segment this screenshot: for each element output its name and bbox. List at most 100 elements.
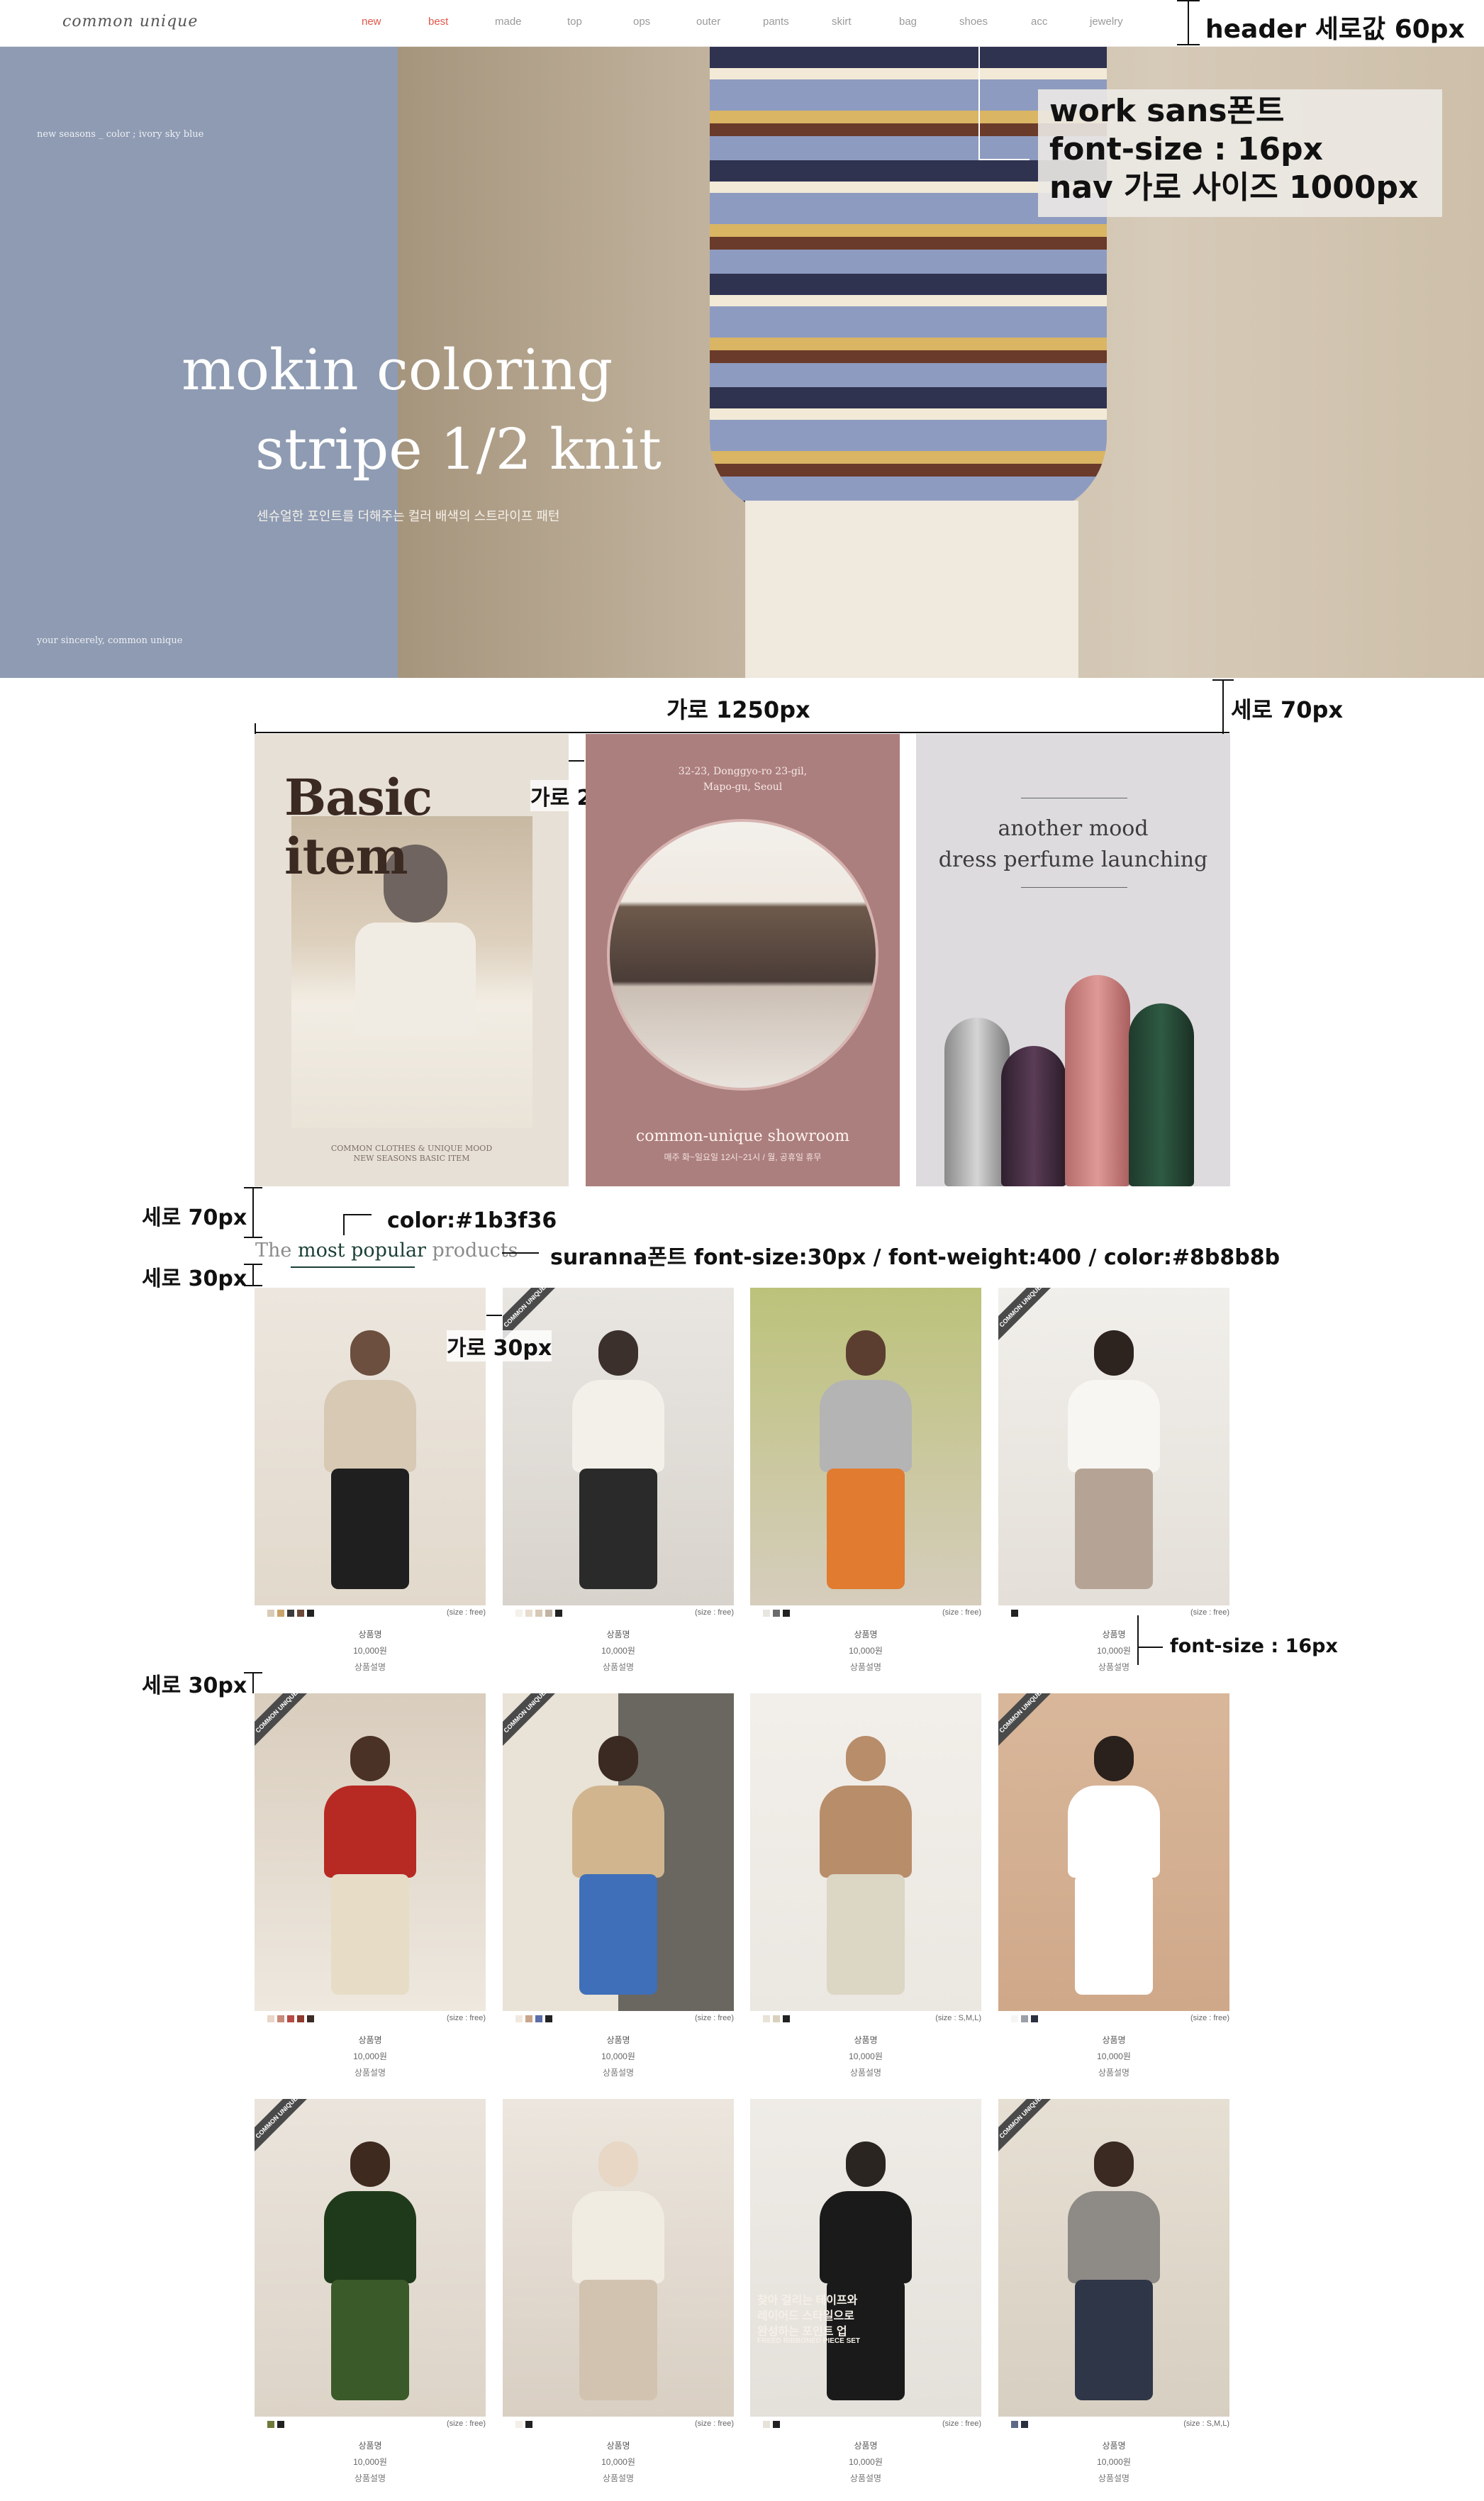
color-swatch[interactable] xyxy=(515,1610,523,1617)
nav-item-new[interactable]: new xyxy=(362,16,381,28)
product-card[interactable]: COMMON UNIQUE (size : S,M,L) 상품명 10,000원 상품설… xyxy=(998,2099,1229,2483)
product-card[interactable]: (size : S,M,L) 상품명 10,000원 상품설명 xyxy=(750,1693,981,2078)
showroom-address-line2: Mapo-gu, Seoul xyxy=(703,781,783,793)
nav-item-bag[interactable]: bag xyxy=(899,16,917,28)
banner-showroom[interactable]: 32-23, Donggyo-ro 23-gil, Mapo-gu, Seoul… xyxy=(586,734,900,1186)
color-swatch[interactable] xyxy=(525,2015,532,2022)
color-swatch[interactable] xyxy=(267,2015,274,2022)
color-swatch[interactable] xyxy=(515,2421,523,2428)
product-card[interactable]: 찾아 걸리는 테이프와 레이어드 스타일으로 완성하는 포인트 업 FREED RIB… xyxy=(750,2099,981,2483)
color-swatch[interactable] xyxy=(763,2015,770,2022)
product-image[interactable]: 찾아 걸리는 테이프와 레이어드 스타일으로 완성하는 포인트 업 FREED RIB… xyxy=(750,2099,981,2417)
product-card[interactable]: COMMON UNIQUE (size : free) 상품명 10,000원 상품설명 xyxy=(998,1288,1229,1672)
hero-footer: your sincerely, common unique xyxy=(37,635,183,646)
color-swatch[interactable] xyxy=(515,2015,523,2022)
perfume-bottle-image xyxy=(1065,975,1130,1186)
color-swatch[interactable] xyxy=(307,2015,314,2022)
color-swatch[interactable] xyxy=(555,1610,562,1617)
nav-item-pants[interactable]: pants xyxy=(763,16,789,28)
product-card[interactable]: (size : free) 상품명 10,000원 상품설명 xyxy=(750,1288,981,1672)
color-swatch[interactable] xyxy=(267,2421,274,2428)
banner-perfume[interactable]: another mood dress perfume launching xyxy=(916,734,1230,1186)
annotation-bracket xyxy=(1177,44,1200,45)
product-image[interactable]: COMMON UNIQUE xyxy=(255,1693,486,2011)
color-swatches xyxy=(515,1610,565,1617)
product-name: 상품명 xyxy=(606,1630,630,1639)
product-card[interactable]: COMMON UNIQUE (size : free) 상품명 10,000원 상품설명 xyxy=(255,2099,486,2483)
color-swatch[interactable] xyxy=(773,1610,780,1617)
hero-title-line1: mokin coloring xyxy=(182,337,613,403)
site-logo[interactable]: common unique xyxy=(62,13,198,30)
product-price: 10,000원 xyxy=(353,1646,387,1656)
color-swatch[interactable] xyxy=(297,2015,304,2022)
nav-item-skirt[interactable]: skirt xyxy=(832,16,852,28)
color-swatch[interactable] xyxy=(783,2015,790,2022)
color-swatch[interactable] xyxy=(287,2015,294,2022)
color-swatch[interactable] xyxy=(773,2015,780,2022)
color-swatch[interactable] xyxy=(277,2421,284,2428)
product-image[interactable] xyxy=(503,2099,734,2417)
color-swatch[interactable] xyxy=(1011,1610,1018,1617)
product-image[interactable]: COMMON UNIQUE xyxy=(998,1288,1229,1605)
color-swatch[interactable] xyxy=(545,1610,552,1617)
annotation-banner-width: 가로 1250px xyxy=(666,696,810,723)
product-price: 10,000원 xyxy=(849,2457,883,2467)
color-swatch[interactable] xyxy=(773,2421,780,2428)
model-top xyxy=(572,2191,664,2283)
color-swatch[interactable] xyxy=(287,1610,294,1617)
product-name: 상품명 xyxy=(854,2035,878,2045)
product-image[interactable]: COMMON UNIQUE xyxy=(255,2099,486,2417)
annotation-gap-after-banner: 세로 70px xyxy=(142,1205,247,1230)
color-swatch[interactable] xyxy=(307,1610,314,1617)
product-card[interactable]: COMMON UNIQUE (size : free) 상품명 10,000원 상품설명 xyxy=(255,1693,486,2078)
nav-item-ops[interactable]: ops xyxy=(633,16,650,28)
model-top xyxy=(572,1380,664,1472)
product-card[interactable]: (size : free) 상품명 10,000원 상품설명 xyxy=(503,2099,734,2483)
color-swatch[interactable] xyxy=(277,1610,284,1617)
annotation-font-size: font-size : 16px xyxy=(1049,131,1324,167)
product-description: 상품설명 xyxy=(1098,2473,1130,2483)
nav-item-acc[interactable]: acc xyxy=(1031,16,1047,28)
color-swatch[interactable] xyxy=(1011,2015,1018,2022)
product-card[interactable]: COMMON UNIQUE (size : free) 상품명 10,000원 상품설명 xyxy=(998,1693,1229,2078)
nav-item-jewelry[interactable]: jewelry xyxy=(1090,16,1123,28)
product-image[interactable]: COMMON UNIQUE xyxy=(998,2099,1229,2417)
section-title: The most popular products xyxy=(255,1240,518,1261)
color-swatch[interactable] xyxy=(1021,2421,1028,2428)
color-swatch[interactable] xyxy=(277,2015,284,2022)
brand-ribbon: COMMON UNIQUE xyxy=(255,1693,316,1751)
product-card[interactable]: COMMON UNIQUE (size : free) 상품명 10,000원 상품설명 xyxy=(503,1693,734,2078)
color-swatch[interactable] xyxy=(535,2015,542,2022)
product-image[interactable] xyxy=(750,1693,981,2011)
color-swatch[interactable] xyxy=(1031,2015,1038,2022)
color-swatch[interactable] xyxy=(525,2421,532,2428)
color-swatch[interactable] xyxy=(1021,2015,1028,2022)
model-bottom xyxy=(579,1874,657,1995)
main-nav: new best made top ops outer pants skirt … xyxy=(362,16,1142,33)
nav-item-shoes[interactable]: shoes xyxy=(959,16,988,28)
nav-item-made[interactable]: made xyxy=(495,16,522,28)
product-image[interactable] xyxy=(750,1288,981,1605)
color-swatch[interactable] xyxy=(763,1610,770,1617)
product-description: 상품설명 xyxy=(354,2473,386,2483)
model-top xyxy=(572,1786,664,1878)
color-swatch[interactable] xyxy=(267,1610,274,1617)
banner-basic-item[interactable]: Basic item COMMON CLOTHES & UNIQUE MOOD … xyxy=(255,734,569,1186)
brand-ribbon: COMMON UNIQUE xyxy=(998,1288,1059,1345)
product-image[interactable]: COMMON UNIQUE xyxy=(503,1693,734,2011)
nav-item-top[interactable]: top xyxy=(567,16,582,28)
model-bottom xyxy=(1075,2280,1153,2400)
color-swatch[interactable] xyxy=(783,1610,790,1617)
color-swatch[interactable] xyxy=(763,2421,770,2428)
color-swatch[interactable] xyxy=(545,2015,552,2022)
model-head xyxy=(1094,1736,1134,1781)
product-image[interactable]: COMMON UNIQUE xyxy=(998,1693,1229,2011)
color-swatch[interactable] xyxy=(1011,2421,1018,2428)
color-swatch[interactable] xyxy=(525,1610,532,1617)
color-swatch[interactable] xyxy=(297,1610,304,1617)
product-size: (size : free) xyxy=(694,2014,734,2022)
nav-item-best[interactable]: best xyxy=(428,16,448,28)
nav-item-outer[interactable]: outer xyxy=(696,16,720,28)
product-size: (size : free) xyxy=(446,2014,486,2022)
color-swatch[interactable] xyxy=(535,1610,542,1617)
